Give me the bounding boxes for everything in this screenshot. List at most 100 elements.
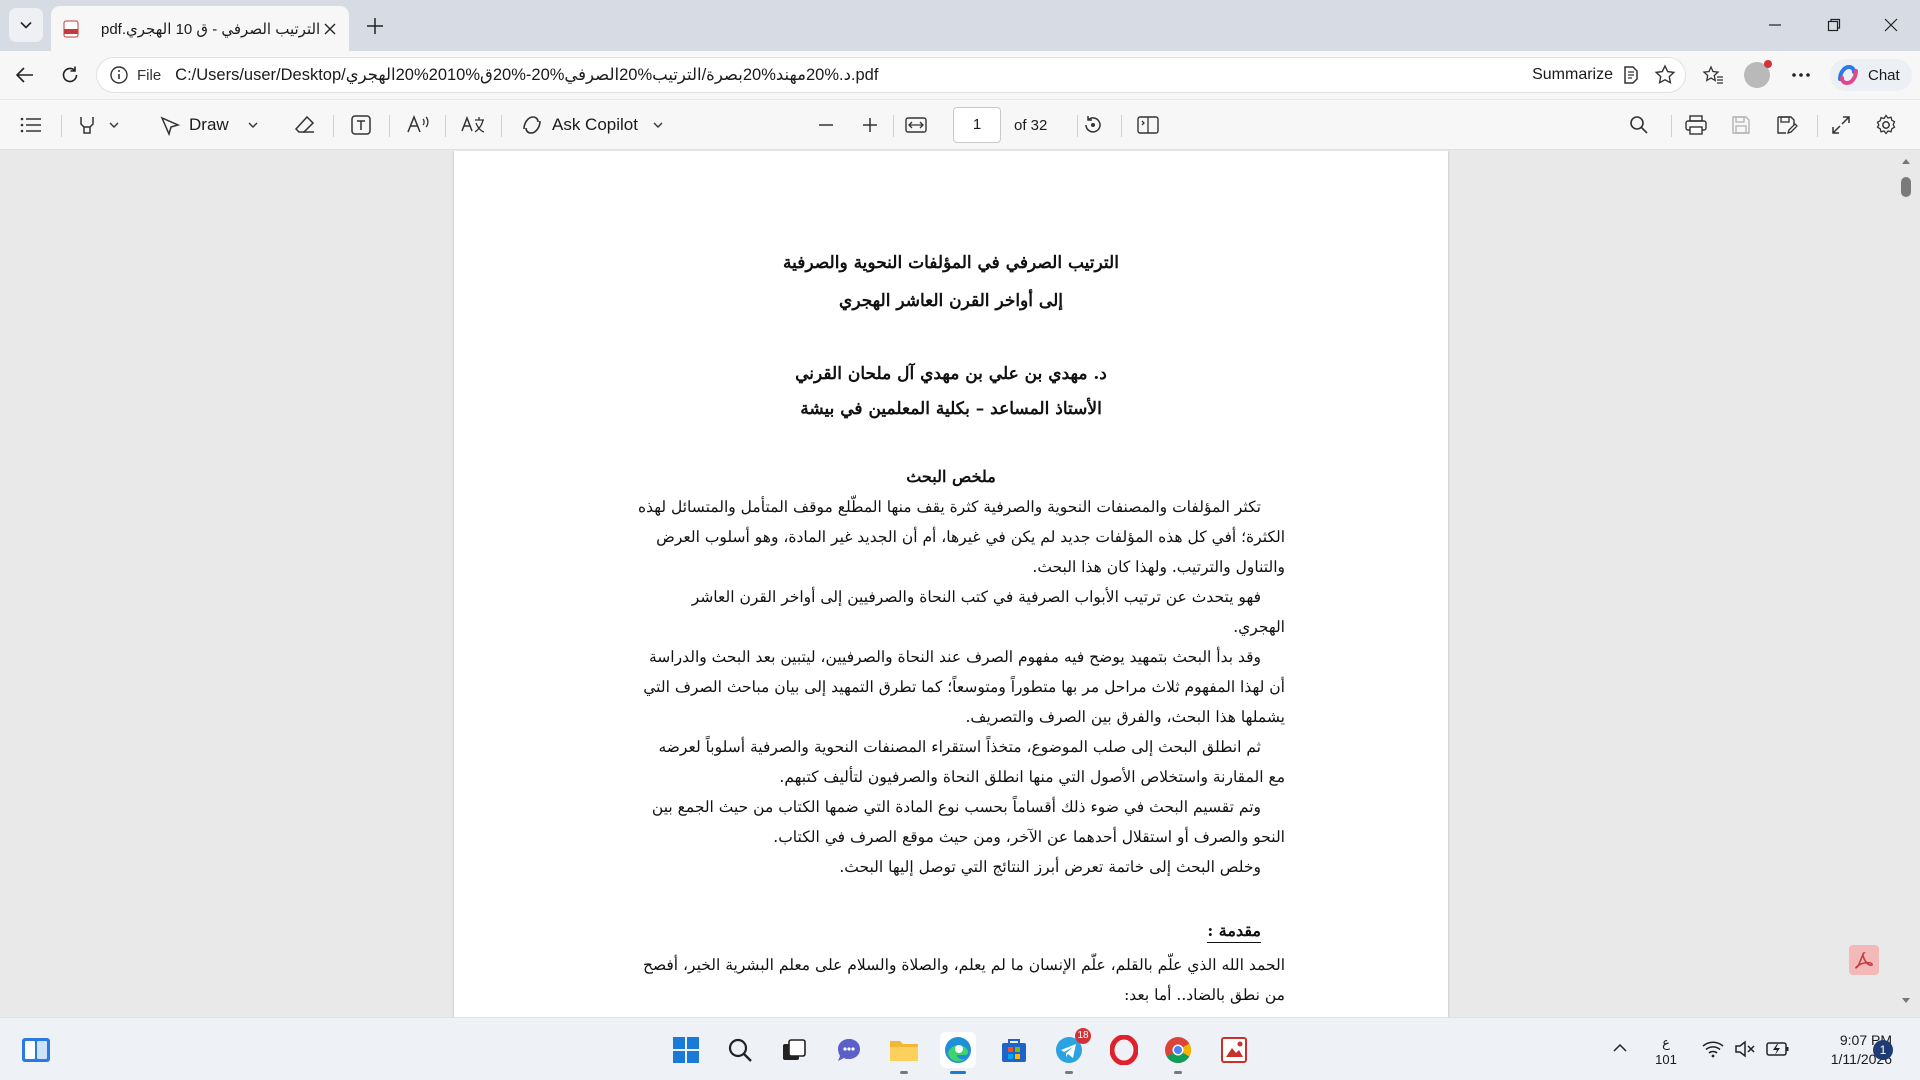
highlighter-icon [80, 117, 94, 134]
tab-actions-menu[interactable] [9, 8, 43, 42]
toolbar-divider [893, 115, 894, 137]
copilot-icon [1838, 64, 1858, 86]
windows-logo-icon [673, 1037, 699, 1063]
slides-app-icon [1221, 1037, 1247, 1063]
edge-taskbar-button[interactable] [940, 1032, 976, 1074]
notification-count-badge[interactable]: 1 [1873, 1040, 1893, 1060]
address-bar[interactable]: File C:/Users/user/Desktop/د.%20مهند%20ب… [96, 57, 1686, 93]
chevron-up-icon [1613, 1043, 1627, 1052]
plus-icon [863, 118, 877, 132]
minimize-icon [1769, 24, 1781, 26]
vertical-scrollbar[interactable] [1898, 151, 1914, 1017]
file-explorer-button[interactable] [886, 1032, 922, 1074]
task-view-button[interactable] [776, 1032, 812, 1068]
zoom-out-button[interactable] [817, 112, 835, 138]
chevron-down-icon [248, 122, 258, 128]
show-hidden-icons-button[interactable] [1612, 1040, 1628, 1056]
summarize-label[interactable]: Summarize [1532, 66, 1613, 84]
draw-pen-icon [160, 116, 181, 136]
teams-chat-button[interactable] [831, 1032, 867, 1068]
arrow-left-icon [15, 67, 33, 83]
chrome-icon [1165, 1037, 1192, 1064]
acrobat-extension-button[interactable] [1849, 945, 1879, 975]
telegram-button[interactable]: 18 [1051, 1028, 1091, 1074]
favorites-button[interactable] [1698, 60, 1728, 90]
edge-browser-icon [945, 1037, 971, 1063]
widgets-icon [22, 1038, 50, 1062]
rotate-button[interactable] [1082, 112, 1104, 138]
profile-alert-dot [1764, 60, 1772, 68]
fit-to-width-button[interactable] [905, 112, 927, 138]
read-aloud-button[interactable] [406, 112, 430, 138]
taskbar-search-button[interactable] [722, 1032, 758, 1068]
page-view-icon [1137, 116, 1159, 134]
copilot-chat-button[interactable]: Chat [1830, 59, 1912, 91]
start-button[interactable] [668, 1032, 704, 1068]
input-language-indicator[interactable]: ع 101 [1652, 1034, 1680, 1068]
favorites-icon [1702, 65, 1723, 84]
scroll-up-icon[interactable] [1902, 157, 1910, 165]
abstract-line: أن لهذا المفهوم ثلاث مراحل مر بها متطورا… [643, 678, 1285, 696]
minimize-button[interactable] [1762, 12, 1788, 38]
chrome-button[interactable] [1160, 1032, 1196, 1074]
translate-button[interactable] [460, 112, 486, 138]
page-count: of 32 [1014, 117, 1048, 134]
copilot-summarize-icon[interactable] [1619, 63, 1643, 87]
acrobat-icon [1855, 952, 1873, 969]
tab-pdf[interactable]: pdf.الترتيب الصرفي - ق 10 الهجري [51, 6, 349, 51]
refresh-button[interactable] [56, 61, 84, 89]
print-button[interactable] [1685, 112, 1707, 138]
pdf-viewer[interactable]: الترتيب الصرفي في المؤلفات النحوية والصر… [0, 151, 1920, 1017]
quick-settings-button[interactable] [1702, 1040, 1790, 1058]
rotate-icon [1085, 116, 1101, 133]
close-tab-icon[interactable] [321, 20, 339, 38]
input-language-code: 101 [1655, 1052, 1677, 1067]
author-name: د. مهدي بن علي بن مهدي آل ملحان القرني [795, 364, 1107, 384]
presentation-app-button[interactable] [1216, 1032, 1252, 1068]
page-view-button[interactable] [1137, 112, 1159, 138]
running-indicator [900, 1071, 908, 1074]
find-button[interactable] [1629, 112, 1649, 138]
contents-button[interactable] [20, 112, 42, 138]
profile-button[interactable] [1742, 60, 1772, 90]
text-box-icon [351, 115, 371, 135]
toolbar-divider [1077, 115, 1078, 137]
add-text-button[interactable] [350, 112, 372, 138]
widgets-button[interactable] [18, 1032, 54, 1068]
pdf-settings-button[interactable] [1875, 112, 1897, 138]
toolbar-divider [1121, 115, 1122, 137]
zoom-in-button[interactable] [861, 112, 879, 138]
save-as-icon [1777, 116, 1798, 135]
toolbar-divider [333, 115, 334, 137]
page-number-input[interactable]: 1 [953, 107, 1001, 143]
erase-button[interactable] [294, 112, 316, 138]
abstract-line: وتم تقسيم البحث في ضوء ذلك أقساماً بحسب … [651, 798, 1261, 816]
folder-icon [890, 1041, 918, 1061]
pdf-toolbar: Draw Ask Copilot 1 of 32 [0, 100, 1920, 150]
running-indicator [1065, 1071, 1073, 1074]
save-as-button[interactable] [1776, 112, 1798, 138]
save-button[interactable] [1731, 112, 1751, 138]
scroll-down-icon[interactable] [1902, 997, 1910, 1005]
new-tab-button[interactable] [362, 13, 388, 39]
close-window-button[interactable] [1878, 12, 1904, 38]
save-disk-icon [1732, 116, 1750, 134]
ask-copilot-label: Ask Copilot [552, 115, 638, 134]
restore-button[interactable] [1821, 12, 1847, 38]
ask-copilot-button[interactable]: Ask Copilot [520, 112, 664, 138]
opera-button[interactable] [1106, 1032, 1142, 1068]
taskbar: 18 ع 101 9:07 PM 1/11/2026 1 [0, 1017, 1920, 1080]
full-screen-button[interactable] [1831, 112, 1851, 138]
url-text[interactable]: C:/Users/user/Desktop/د.%20مهند%20بصرة/ا… [175, 65, 1532, 85]
back-button[interactable] [11, 61, 39, 89]
settings-more-button[interactable] [1786, 60, 1816, 90]
highlight-button[interactable] [76, 112, 120, 138]
draw-button[interactable]: Draw [159, 112, 259, 138]
telegram-unread-badge: 18 [1075, 1028, 1091, 1044]
favorite-star-icon[interactable] [1653, 63, 1677, 87]
microsoft-store-button[interactable] [996, 1032, 1032, 1068]
copilot-outline-icon [523, 116, 541, 134]
info-icon[interactable] [109, 65, 129, 85]
toolbar-divider [389, 115, 390, 137]
scrollbar-thumb[interactable] [1901, 177, 1911, 197]
